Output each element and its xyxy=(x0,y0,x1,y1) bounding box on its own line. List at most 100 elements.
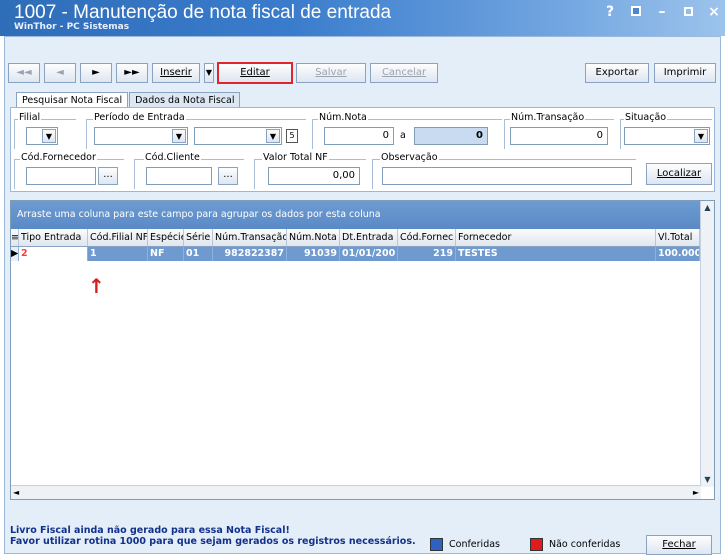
toolbar: ◄◄ ◄ ► ►► Inserir ▼ Editar Salvar Cancel… xyxy=(8,60,438,86)
chevron-down-icon: ▼ xyxy=(42,129,56,143)
cod-cliente-browse-button[interactable]: ... xyxy=(218,167,238,185)
tab-dados-nota-fiscal[interactable]: Dados da Nota Fiscal xyxy=(129,92,241,108)
red-swatch-icon xyxy=(530,538,543,551)
prev-record-button[interactable]: ◄ xyxy=(44,63,76,83)
cancelar-button[interactable]: Cancelar xyxy=(370,63,438,83)
column-header[interactable]: Núm.Transação xyxy=(213,229,287,246)
valor-total-input[interactable]: 0,00 xyxy=(268,167,360,185)
window-subtitle: WinThor - PC Sistemas xyxy=(14,22,130,32)
cell-vl-total: 100.000,0 xyxy=(656,247,700,261)
localizar-label: Localizar xyxy=(656,168,702,179)
scroll-left-icon[interactable]: ◄ xyxy=(13,486,19,499)
cod-fornecedor-label: Cód.Fornecedor xyxy=(20,152,97,163)
column-header[interactable]: Dt.Entrada xyxy=(340,229,398,246)
imprimir-button[interactable]: Imprimir xyxy=(654,63,716,83)
first-record-button[interactable]: ◄◄ xyxy=(8,63,40,83)
restore-icon[interactable] xyxy=(629,4,643,20)
num-nota-from-input[interactable]: 0 xyxy=(324,127,394,145)
maximize-icon[interactable] xyxy=(681,4,695,20)
fechar-button[interactable]: Fechar xyxy=(646,535,712,555)
exportar-button[interactable]: Exportar xyxy=(585,63,649,83)
column-header[interactable]: Cód.Filial NF xyxy=(88,229,148,246)
results-grid[interactable]: Arraste uma coluna para este campo para … xyxy=(10,200,715,500)
close-icon[interactable]: × xyxy=(707,4,721,20)
grid-header: ≡ Tipo Entrada Cód.Filial NF Espécie Sér… xyxy=(11,229,714,247)
cell-especie: NF xyxy=(148,247,184,261)
cod-cliente-label: Cód.Cliente xyxy=(144,152,201,163)
red-arrow-annotation-icon: ↑ xyxy=(88,274,105,298)
observacao-label: Observação xyxy=(380,152,439,163)
scroll-right-icon[interactable]: ► xyxy=(693,486,699,499)
tab-pesquisar-nota-fiscal[interactable]: Pesquisar Nota Fiscal xyxy=(16,92,129,108)
salvar-label: Salvar xyxy=(315,67,347,78)
next-record-button[interactable]: ► xyxy=(80,63,112,83)
salvar-button[interactable]: Salvar xyxy=(296,63,366,83)
scroll-up-icon[interactable]: ▲ xyxy=(701,201,714,215)
horizontal-scrollbar[interactable]: ◄ ► xyxy=(11,485,701,499)
fechar-label: Fechar xyxy=(662,539,696,550)
scroll-down-icon[interactable]: ▼ xyxy=(701,473,714,487)
group-by-hint[interactable]: Arraste uma coluna para este campo para … xyxy=(11,201,714,229)
cell-num-nota: 91039 xyxy=(287,247,340,261)
column-header[interactable]: Cód.Fornec xyxy=(398,229,456,246)
cell-serie: 01 xyxy=(184,247,213,261)
legend-conferidas: Conferidas xyxy=(430,538,500,551)
num-nota-label: Núm.Nota xyxy=(318,112,368,123)
minimize-icon[interactable]: – xyxy=(655,4,669,20)
periodo-start-date[interactable]: ▼ xyxy=(94,127,188,145)
column-header[interactable]: Vl.Total xyxy=(656,229,700,246)
exportar-label: Exportar xyxy=(595,67,639,78)
column-header[interactable]: Espécie xyxy=(148,229,184,246)
chevron-down-icon: ▼ xyxy=(172,129,186,143)
periodo-end-date[interactable]: ▼ xyxy=(194,127,282,145)
cod-cliente-input[interactable] xyxy=(146,167,212,185)
cod-fornecedor-browse-button[interactable]: ... xyxy=(98,167,118,185)
row-indicator-icon: ▶ xyxy=(11,247,19,261)
column-header[interactable]: Fornecedor xyxy=(456,229,656,246)
cell-cod-fornec: 219 xyxy=(398,247,456,261)
cod-fornecedor-input[interactable] xyxy=(26,167,96,185)
cell-dt-entrada: 01/01/200 xyxy=(340,247,398,261)
cell-cod-filial: 1 xyxy=(88,247,148,261)
title-bar: 1007 - Manutenção de nota fiscal de entr… xyxy=(0,0,725,36)
valor-total-label: Valor Total NF xyxy=(262,152,329,163)
legend-nao-conferidas: Não conferidas xyxy=(530,538,620,551)
legend-conferidas-label: Conferidas xyxy=(449,539,501,550)
situacao-select[interactable]: ▼ xyxy=(624,127,710,145)
editar-label: Editar xyxy=(240,67,270,78)
imprimir-label: Imprimir xyxy=(663,67,707,78)
inserir-dropdown-icon[interactable]: ▼ xyxy=(204,63,214,83)
grid-settings-icon[interactable]: ≡ xyxy=(11,229,19,246)
situacao-label: Situação xyxy=(624,112,668,123)
cell-num-transacao: 982822387 xyxy=(213,247,287,261)
calendar-icon[interactable]: 5 xyxy=(286,129,298,143)
filial-select[interactable]: ▼ xyxy=(26,127,58,145)
cell-fornecedor: TESTES xyxy=(456,247,656,261)
num-nota-to-input[interactable]: 0 xyxy=(414,127,488,145)
tab-strip: Pesquisar Nota Fiscal Dados da Nota Fisc… xyxy=(16,92,241,108)
column-header[interactable]: Núm.Nota xyxy=(287,229,340,246)
num-nota-range-separator: a xyxy=(399,130,407,141)
num-transacao-label: Núm.Transação xyxy=(510,112,586,123)
filial-label: Filial xyxy=(18,112,42,123)
vertical-scrollbar[interactable]: ▲ ▼ xyxy=(700,201,714,487)
status-line-2: Favor utilizar rotina 1000 para que seja… xyxy=(10,536,416,547)
num-transacao-input[interactable]: 0 xyxy=(510,127,608,145)
cell-tipo-entrada: 2 xyxy=(19,247,88,261)
cancelar-label: Cancelar xyxy=(381,67,427,78)
inserir-button[interactable]: Inserir xyxy=(152,63,200,83)
observacao-input[interactable] xyxy=(382,167,632,185)
status-line-1: Livro Fiscal ainda não gerado para essa … xyxy=(10,525,290,536)
column-header[interactable]: Série xyxy=(184,229,213,246)
legend-nao-conferidas-label: Não conferidas xyxy=(549,539,621,550)
column-header[interactable]: Tipo Entrada xyxy=(19,229,88,246)
table-row[interactable]: ▶ 2 1 NF 01 982822387 91039 01/01/200 21… xyxy=(11,247,714,261)
chevron-down-icon: ▼ xyxy=(694,129,708,143)
blue-swatch-icon xyxy=(430,538,443,551)
help-icon[interactable]: ? xyxy=(603,4,617,20)
window-controls: ? – × xyxy=(603,4,721,20)
periodo-label: Período de Entrada xyxy=(93,112,186,123)
editar-button[interactable]: Editar xyxy=(217,62,293,84)
last-record-button[interactable]: ►► xyxy=(116,63,148,83)
localizar-button[interactable]: Localizar xyxy=(646,163,712,185)
